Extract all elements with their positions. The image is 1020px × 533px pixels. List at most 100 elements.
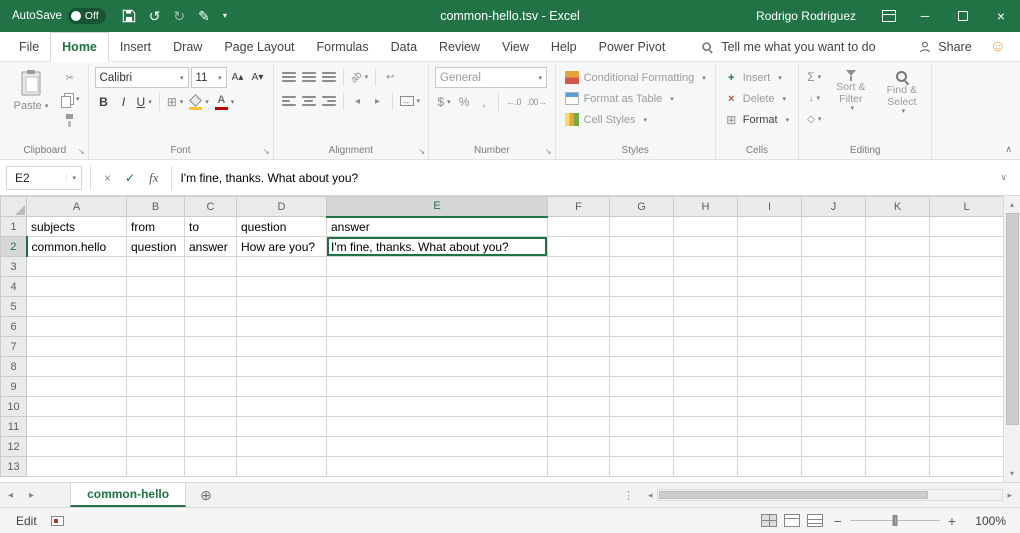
format-cells-button[interactable]: ⊞ Format ▾ — [722, 109, 792, 130]
row-header-6[interactable]: 6 — [1, 317, 27, 337]
cell-E10[interactable] — [327, 397, 548, 417]
row-header-5[interactable]: 5 — [1, 297, 27, 317]
zoom-level[interactable]: 100% — [960, 514, 1006, 528]
column-header-I[interactable]: I — [738, 197, 802, 217]
tab-draw[interactable]: Draw — [162, 32, 213, 61]
vertical-scrollbar[interactable]: ▴ ▾ — [1003, 196, 1020, 482]
cell-L2[interactable] — [930, 237, 1004, 257]
font-size-select[interactable]: 11▾ — [191, 67, 227, 88]
maximize-button[interactable] — [944, 0, 982, 32]
increase-indent-button[interactable]: ▸ — [369, 91, 387, 111]
cell-J12[interactable] — [802, 437, 866, 457]
font-dialog-launcher[interactable]: ↘ — [263, 148, 270, 156]
sheet-tab-common-hello[interactable]: common-hello — [70, 483, 186, 507]
cell-E3[interactable] — [327, 257, 548, 277]
tab-file[interactable]: File — [8, 32, 50, 61]
cell-H10[interactable] — [674, 397, 738, 417]
cell-E9[interactable] — [327, 377, 548, 397]
cell-C3[interactable] — [185, 257, 237, 277]
cell-L5[interactable] — [930, 297, 1004, 317]
increase-font-size-button[interactable]: A▴ — [229, 68, 247, 88]
row-header-11[interactable]: 11 — [1, 417, 27, 437]
cell-C2[interactable]: answer — [185, 237, 237, 257]
row-header-13[interactable]: 13 — [1, 457, 27, 477]
cell-I11[interactable] — [738, 417, 802, 437]
zoom-slider-thumb[interactable] — [892, 515, 897, 526]
sort-filter-button[interactable]: Sort & Filter ▾ — [827, 67, 874, 142]
row-header-1[interactable]: 1 — [1, 217, 27, 237]
underline-button[interactable]: U▾ — [135, 92, 154, 112]
cell-D8[interactable] — [237, 357, 327, 377]
merge-center-button[interactable]: ↔▾ — [398, 91, 423, 111]
borders-button[interactable]: ⊞▾ — [165, 92, 186, 112]
cell-F1[interactable] — [548, 217, 610, 237]
decrease-font-size-button[interactable]: A▾ — [249, 68, 267, 88]
cell-D11[interactable] — [237, 417, 327, 437]
percent-style-button[interactable]: % — [455, 92, 473, 112]
cell-G10[interactable] — [610, 397, 674, 417]
cell-L3[interactable] — [930, 257, 1004, 277]
cell-B7[interactable] — [127, 337, 185, 357]
cell-A8[interactable] — [27, 357, 127, 377]
cell-G3[interactable] — [610, 257, 674, 277]
tell-me-search[interactable]: Tell me what you want to do — [700, 32, 875, 61]
cell-L11[interactable] — [930, 417, 1004, 437]
column-header-C[interactable]: C — [185, 197, 237, 217]
cell-D7[interactable] — [237, 337, 327, 357]
cell-A11[interactable] — [27, 417, 127, 437]
font-family-select[interactable]: Calibri▾ — [95, 67, 189, 88]
italic-button[interactable]: I — [115, 92, 133, 112]
cell-B12[interactable] — [127, 437, 185, 457]
cell-D10[interactable] — [237, 397, 327, 417]
cell-J5[interactable] — [802, 297, 866, 317]
cell-H5[interactable] — [674, 297, 738, 317]
cell-E7[interactable] — [327, 337, 548, 357]
cell-G12[interactable] — [610, 437, 674, 457]
zoom-out-button[interactable]: − — [830, 513, 846, 529]
cell-F9[interactable] — [548, 377, 610, 397]
cell-H7[interactable] — [674, 337, 738, 357]
scroll-up-button[interactable]: ▴ — [1004, 196, 1020, 213]
cell-B4[interactable] — [127, 277, 185, 297]
top-align-button[interactable] — [280, 67, 298, 87]
cell-E2[interactable]: I'm fine, thanks. What about you? — [327, 237, 548, 257]
tab-view[interactable]: View — [491, 32, 540, 61]
column-header-B[interactable]: B — [127, 197, 185, 217]
column-header-L[interactable]: L — [930, 197, 1004, 217]
cell-F12[interactable] — [548, 437, 610, 457]
cell-C13[interactable] — [185, 457, 237, 477]
cell-K6[interactable] — [866, 317, 930, 337]
cell-G5[interactable] — [610, 297, 674, 317]
number-format-select[interactable]: General▾ — [435, 67, 547, 88]
cell-G7[interactable] — [610, 337, 674, 357]
cell-F10[interactable] — [548, 397, 610, 417]
orientation-button[interactable]: ab▾ — [349, 67, 371, 87]
autosave-toggle[interactable]: AutoSave Off — [12, 8, 106, 24]
cell-L6[interactable] — [930, 317, 1004, 337]
cell-B13[interactable] — [127, 457, 185, 477]
clear-button[interactable]: ◇▾ — [805, 109, 823, 129]
cell-F2[interactable] — [548, 237, 610, 257]
cell-I10[interactable] — [738, 397, 802, 417]
cell-styles-button[interactable]: Cell Styles ▾ — [562, 109, 709, 130]
page-break-preview-button[interactable] — [807, 514, 823, 527]
row-header-3[interactable]: 3 — [1, 257, 27, 277]
cell-J4[interactable] — [802, 277, 866, 297]
cell-A9[interactable] — [27, 377, 127, 397]
autosave-pill[interactable]: Off — [68, 8, 106, 24]
cell-H13[interactable] — [674, 457, 738, 477]
cell-F7[interactable] — [548, 337, 610, 357]
cell-L8[interactable] — [930, 357, 1004, 377]
conditional-formatting-button[interactable]: Conditional Formatting ▾ — [562, 67, 709, 88]
scroll-down-button[interactable]: ▾ — [1004, 465, 1020, 482]
cell-D9[interactable] — [237, 377, 327, 397]
cell-K4[interactable] — [866, 277, 930, 297]
cell-F13[interactable] — [548, 457, 610, 477]
select-all-corner[interactable] — [1, 197, 27, 217]
row-header-9[interactable]: 9 — [1, 377, 27, 397]
vertical-scroll-thumb[interactable] — [1006, 213, 1019, 425]
share-button[interactable]: Share — [918, 32, 971, 61]
cell-B5[interactable] — [127, 297, 185, 317]
cell-H2[interactable] — [674, 237, 738, 257]
cell-I5[interactable] — [738, 297, 802, 317]
